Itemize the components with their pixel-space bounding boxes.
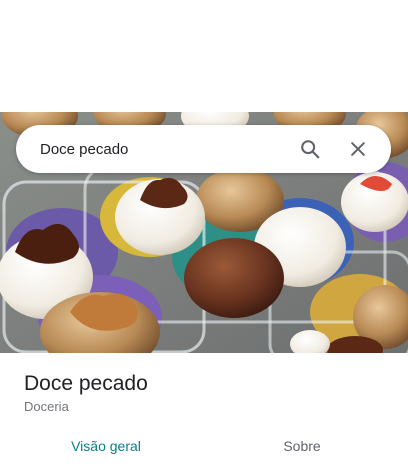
place-category: Doceria [24, 399, 69, 414]
place-tabs: Visão geral Sobre [0, 430, 408, 466]
close-icon[interactable] [339, 130, 377, 168]
tab-overview[interactable]: Visão geral [71, 438, 141, 454]
place-title: Doce pecado [24, 372, 148, 395]
search-input[interactable]: Doce pecado [40, 141, 281, 158]
search-icon[interactable] [291, 130, 329, 168]
tab-about[interactable]: Sobre [283, 438, 320, 454]
search-bar[interactable]: Doce pecado [16, 125, 391, 173]
